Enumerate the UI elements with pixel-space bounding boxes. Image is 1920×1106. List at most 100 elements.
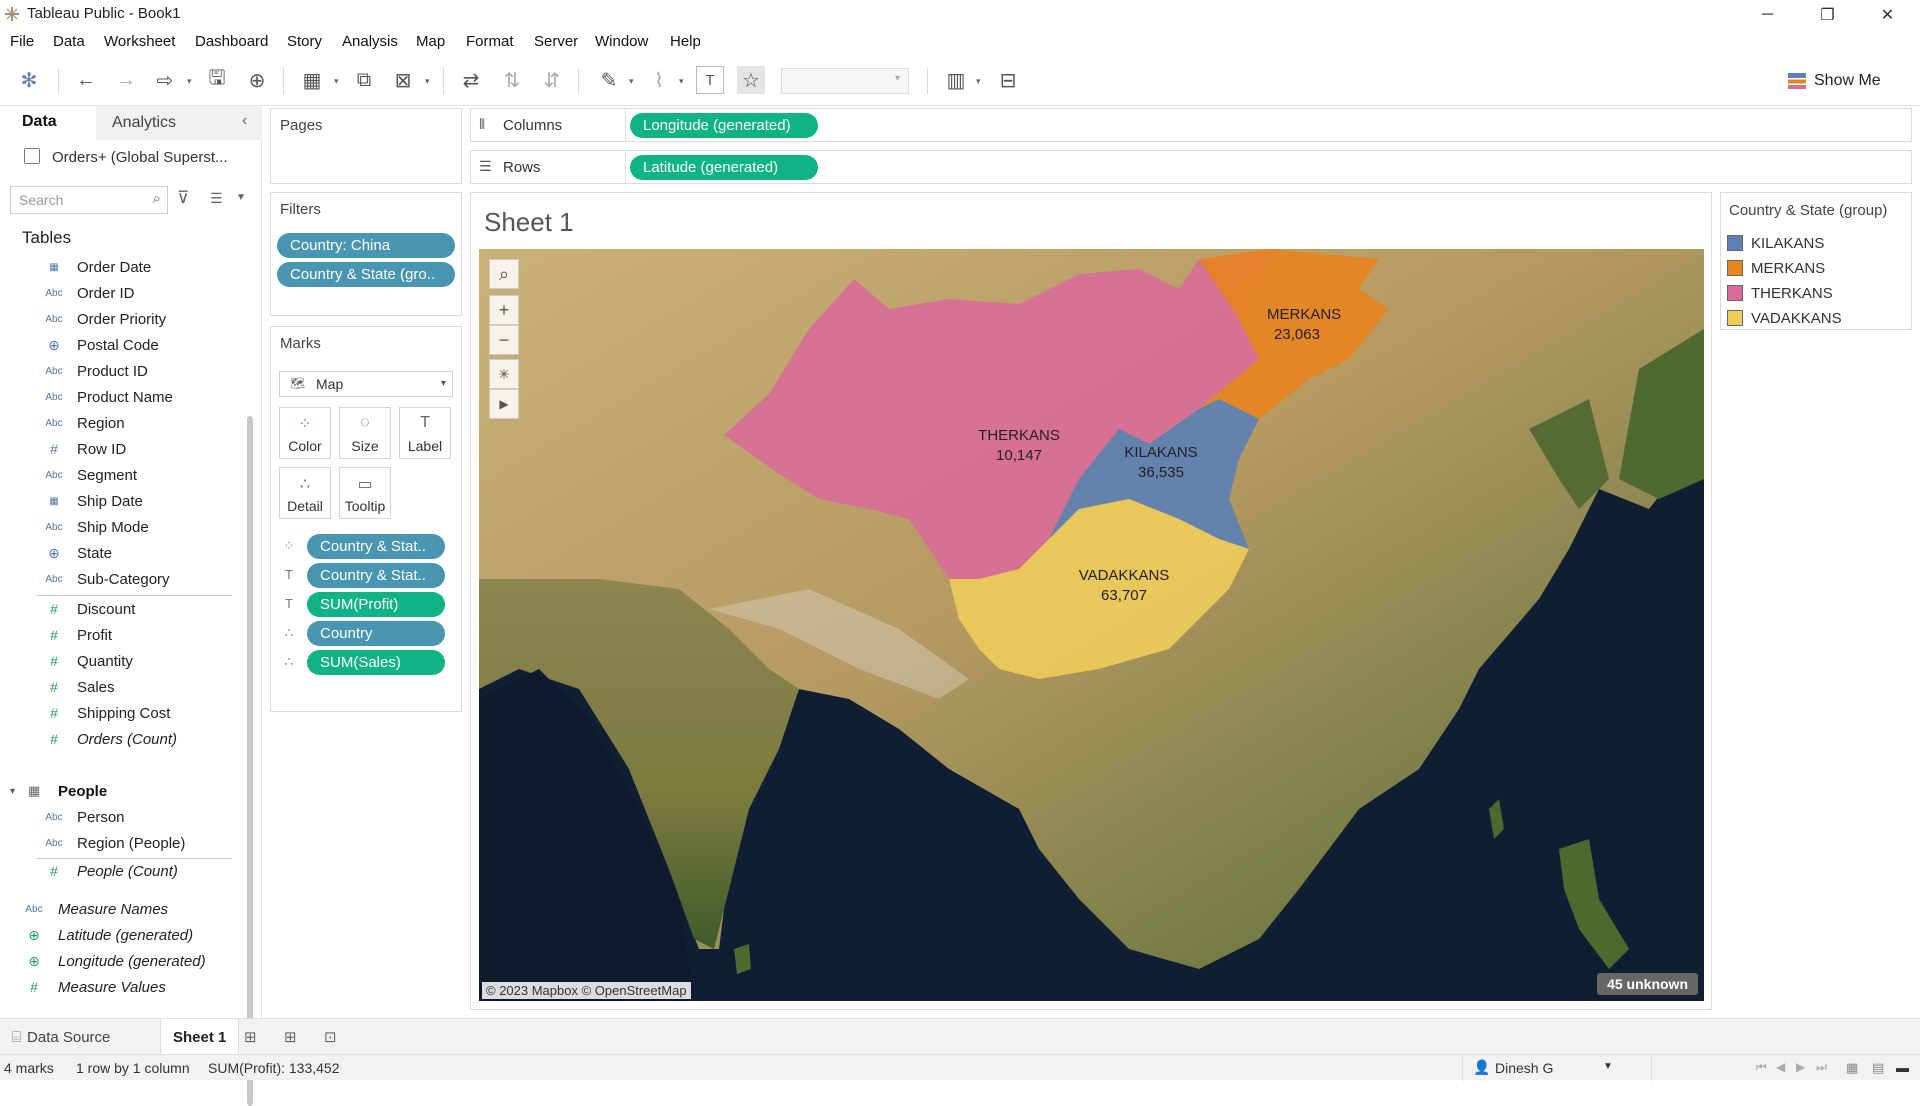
legend-item-therkans[interactable]: THERKANS [1727, 283, 1833, 303]
zoom-out-icon[interactable]: − [489, 325, 519, 355]
filter-icon[interactable]: ⊽ [177, 188, 189, 208]
field-longitude[interactable]: ⊕ Longitude (generated) [0, 948, 240, 974]
new-dashboard-tab-icon[interactable]: ⊞ [284, 1019, 297, 1055]
prev-sheet-icon[interactable]: ◀ [1776, 1060, 1785, 1074]
swap-icon[interactable]: ⇄ [457, 66, 485, 94]
user-menu[interactable]: 👤 Dinesh G ▼ [1462, 1055, 1652, 1081]
clear-sheet-icon[interactable]: ⊠ [389, 66, 417, 94]
marks-pill-label-group[interactable]: Country & Stat.. [307, 563, 445, 588]
menu-help[interactable]: Help [670, 33, 701, 50]
show-tabs-icon[interactable]: ▬ [1896, 1060, 1909, 1075]
reset-map-icon[interactable]: ✳ [489, 359, 519, 389]
field-sub-category[interactable]: Abc Sub-Category [0, 566, 240, 592]
legend-item-vadakkans[interactable]: VADAKKANS [1727, 308, 1842, 328]
columns-pill-longitude[interactable]: Longitude (generated) [630, 113, 818, 138]
menu-analysis[interactable]: Analysis [342, 33, 398, 50]
duplicate-sheet-icon[interactable]: ⧉ [350, 66, 378, 94]
sheet-title[interactable]: Sheet 1 [484, 207, 574, 238]
tab-data-source[interactable]: ⌸ Data Source [12, 1019, 110, 1055]
tab-data[interactable]: Data [0, 106, 96, 140]
menu-map[interactable]: Map [416, 33, 445, 50]
map-view[interactable]: MERKANS 23,063 THERKANS 10,147 KILAKANS 36,… [479, 249, 1704, 1001]
field-ship-date[interactable]: ▦ Ship Date [0, 488, 240, 514]
field-orders-count[interactable]: # Orders (Count) [0, 726, 240, 752]
next-sheet-icon[interactable]: ▶ [1796, 1060, 1805, 1074]
size-button[interactable]: ◌ Size [339, 407, 391, 459]
undo-icon[interactable]: ← [72, 66, 100, 94]
field-order-priority[interactable]: Abc Order Priority [0, 306, 240, 332]
chevron-down-icon[interactable]: ▼ [236, 192, 246, 203]
menu-story[interactable]: Story [287, 33, 322, 50]
label-button[interactable]: T Label [399, 407, 451, 459]
new-worksheet-icon[interactable]: ▦ [298, 66, 326, 94]
field-segment[interactable]: Abc Segment [0, 462, 240, 488]
mark-type-dropdown[interactable]: 🗺 Map ▾ [279, 371, 453, 397]
sort-ascending-icon[interactable]: ⇅ [498, 66, 526, 94]
menu-data[interactable]: Data [53, 33, 85, 50]
group-icon[interactable]: ⌇ [645, 66, 673, 94]
first-sheet-icon[interactable]: ⏮ [1756, 1060, 1767, 1075]
field-latitude[interactable]: ⊕ Latitude (generated) [0, 922, 240, 948]
last-sheet-icon[interactable]: ⏭ [1816, 1060, 1827, 1075]
close-button[interactable]: ✕ [1860, 0, 1915, 29]
legend-item-merkans[interactable]: MERKANS [1727, 258, 1825, 278]
show-filmstrip-icon[interactable]: ▦ [1846, 1060, 1858, 1076]
filters-card[interactable]: Filters Country: China Country & State (… [270, 192, 462, 316]
field-order-date[interactable]: ▦ Order Date [0, 254, 240, 280]
tooltip-button[interactable]: ▭ Tooltip [339, 467, 391, 519]
data-pane-scrollbar[interactable] [247, 416, 253, 1106]
zoom-in-icon[interactable]: + [489, 295, 519, 325]
minimize-button[interactable]: ─ [1740, 0, 1795, 29]
menu-server[interactable]: Server [534, 33, 578, 50]
field-postal-code[interactable]: ⊕ Postal Code [0, 332, 240, 358]
chevron-down-icon[interactable]: ▾ [10, 786, 15, 797]
detail-button[interactable]: ∴ Detail [279, 467, 331, 519]
filter-pill-country[interactable]: Country: China [277, 233, 455, 258]
filter-pill-group[interactable]: Country & State (gro.. [277, 262, 455, 287]
new-datasource-icon[interactable]: ⊕ [243, 66, 271, 94]
view-list-icon[interactable]: ☰ [210, 190, 223, 207]
menu-dashboard[interactable]: Dashboard [195, 33, 268, 50]
field-discount[interactable]: # Discount [0, 596, 240, 622]
field-measure-values[interactable]: # Measure Values [0, 974, 240, 1000]
field-region[interactable]: Abc Region [0, 410, 240, 436]
restore-button[interactable]: ❐ [1800, 0, 1855, 29]
show-labels-icon[interactable]: T [696, 66, 724, 94]
show-sheet-sorter-icon[interactable]: ▤ [1872, 1060, 1884, 1076]
save-icon[interactable]: 🖫 [203, 66, 231, 94]
marks-pill-sum-sales[interactable]: SUM(Sales) [307, 650, 445, 675]
field-state[interactable]: ⊕ State [0, 540, 240, 566]
field-product-id[interactable]: Abc Product ID [0, 358, 240, 384]
field-row-id[interactable]: # Row ID [0, 436, 240, 462]
fix-axes-icon[interactable]: ☆ [737, 66, 765, 94]
menu-format[interactable]: Format [466, 33, 514, 50]
fit-dropdown[interactable]: ▾ [781, 68, 909, 94]
show-me-button[interactable]: Show Me [1788, 70, 1881, 92]
presentation-mode-icon[interactable]: ⊟ [994, 66, 1022, 94]
replay-icon[interactable]: ⇨ [151, 66, 179, 94]
field-ship-mode[interactable]: Abc Ship Mode [0, 514, 240, 540]
search-box[interactable]: Search ⌕ [10, 186, 168, 214]
field-measure-names[interactable]: Abc Measure Names [0, 896, 240, 922]
rows-pill-latitude[interactable]: Latitude (generated) [630, 155, 818, 180]
field-profit[interactable]: # Profit [0, 622, 240, 648]
marks-pill-country[interactable]: Country [307, 621, 445, 646]
marks-pill-sum-profit[interactable]: SUM(Profit) [307, 592, 445, 617]
field-quantity[interactable]: # Quantity [0, 648, 240, 674]
marks-pill-color-group[interactable]: Country & Stat.. [307, 534, 445, 559]
field-order-id[interactable]: Abc Order ID [0, 280, 240, 306]
sort-descending-icon[interactable]: ⇵ [538, 66, 566, 94]
new-worksheet-tab-icon[interactable]: ⊞ [244, 1019, 257, 1055]
map-attribution[interactable]: © 2023 Mapbox © OpenStreetMap [482, 982, 691, 999]
tableau-home-icon[interactable]: ✻ [15, 66, 43, 94]
menu-worksheet[interactable]: Worksheet [104, 33, 175, 50]
collapse-pane-icon[interactable]: ‹ [242, 112, 247, 130]
tab-analytics[interactable]: Analytics [96, 106, 262, 140]
map-toolbar-expand-icon[interactable]: ▶ [489, 389, 519, 419]
color-button[interactable]: ⁘ Color [279, 407, 331, 459]
menu-window[interactable]: Window [595, 33, 648, 50]
map-search-icon[interactable]: ⌕ [489, 259, 519, 289]
rows-shelf[interactable]: ☰ Rows Latitude (generated) [470, 150, 1912, 184]
menu-file[interactable]: File [10, 33, 34, 50]
new-story-tab-icon[interactable]: ⊡ [324, 1019, 337, 1055]
